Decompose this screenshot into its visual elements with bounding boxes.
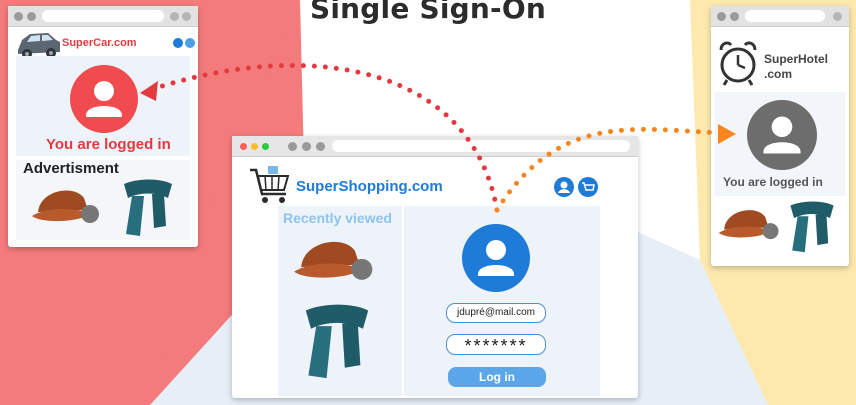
- forward-icon[interactable]: [730, 12, 739, 21]
- avatar-icon: [462, 224, 530, 292]
- login-button[interactable]: Log in: [448, 367, 546, 387]
- superhotel-window: SuperHotel .com You are logged in: [711, 6, 849, 266]
- shopping-cart-logo-icon: [250, 166, 290, 203]
- superhotel-brand-line2: .com: [764, 67, 793, 81]
- user-icon[interactable]: [554, 177, 574, 197]
- superhotel-brand: SuperHotel .com: [764, 52, 828, 82]
- advertisement-heading: Advertisment: [23, 160, 119, 177]
- cart-icon[interactable]: [185, 38, 195, 48]
- browser-chrome: [232, 136, 638, 157]
- alarm-clock-logo-icon: [719, 41, 757, 86]
- address-bar[interactable]: [745, 10, 825, 22]
- refresh-icon[interactable]: [170, 12, 179, 21]
- address-bar[interactable]: [332, 140, 630, 152]
- maximize-icon[interactable]: [262, 143, 269, 150]
- scarf-icon[interactable]: [298, 302, 376, 384]
- supershopping-window: SuperShopping.com Recently viewed jdupré…: [232, 136, 638, 398]
- scarf-icon[interactable]: [785, 200, 839, 256]
- supercar-brand: SuperCar.com: [62, 37, 137, 49]
- user-icon[interactable]: [173, 38, 183, 48]
- refresh-icon[interactable]: [316, 142, 325, 151]
- minimize-icon[interactable]: [251, 143, 258, 150]
- password-field[interactable]: *******: [446, 334, 546, 356]
- browser-chrome: [8, 6, 198, 27]
- forward-icon[interactable]: [302, 142, 311, 151]
- back-icon[interactable]: [14, 12, 23, 21]
- recently-viewed-heading: Recently viewed: [283, 210, 392, 226]
- close-icon[interactable]: [240, 143, 247, 150]
- back-icon[interactable]: [717, 12, 726, 21]
- login-status-text: You are logged in: [46, 136, 171, 153]
- forward-icon[interactable]: [27, 12, 36, 21]
- email-field[interactable]: jdupré@mail.com: [446, 303, 546, 323]
- avatar-icon: [70, 65, 138, 133]
- login-status-text: You are logged in: [723, 175, 823, 189]
- hat-icon[interactable]: [30, 182, 104, 230]
- home-icon[interactable]: [182, 12, 191, 21]
- scarf-icon[interactable]: [118, 178, 178, 240]
- supershopping-brand: SuperShopping.com: [296, 178, 443, 195]
- cart-icon[interactable]: [578, 177, 598, 197]
- hat-icon[interactable]: [290, 232, 380, 288]
- hat-icon[interactable]: [717, 202, 783, 246]
- home-icon[interactable]: [833, 12, 842, 21]
- avatar-icon: [747, 100, 817, 170]
- address-bar[interactable]: [42, 10, 164, 22]
- supercar-window: SuperCar.com You are logged in Advertism…: [8, 6, 198, 247]
- back-icon[interactable]: [288, 142, 297, 151]
- browser-chrome: [711, 6, 849, 27]
- superhotel-brand-line1: SuperHotel: [764, 52, 829, 66]
